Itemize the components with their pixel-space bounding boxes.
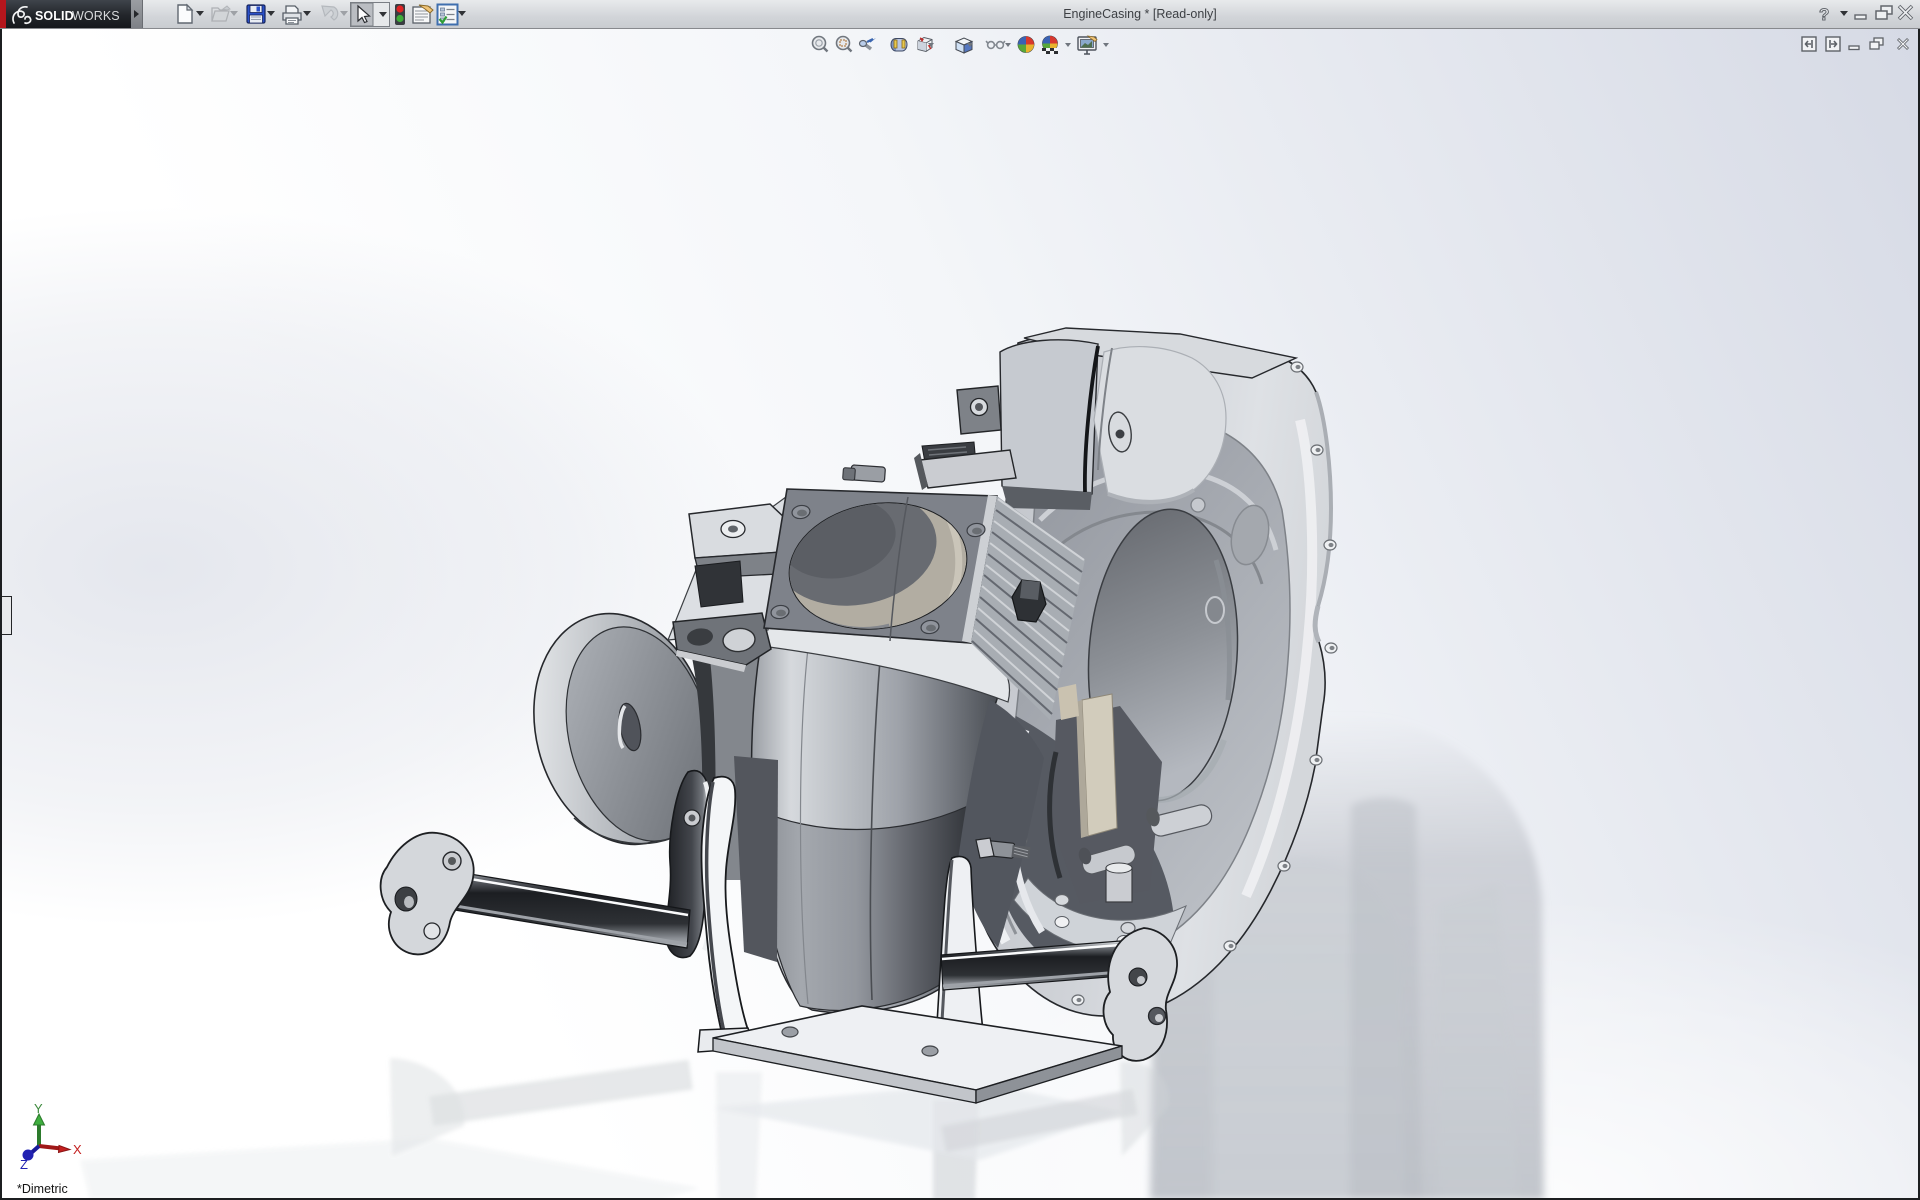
svg-text:Y: Y [34, 1101, 43, 1116]
svg-text:?: ? [1819, 5, 1829, 24]
svg-text:Z: Z [20, 1157, 28, 1169]
svg-text:WORKS: WORKS [72, 9, 120, 23]
svg-text:SOLID: SOLID [35, 9, 74, 23]
svg-text:X: X [73, 1142, 82, 1157]
